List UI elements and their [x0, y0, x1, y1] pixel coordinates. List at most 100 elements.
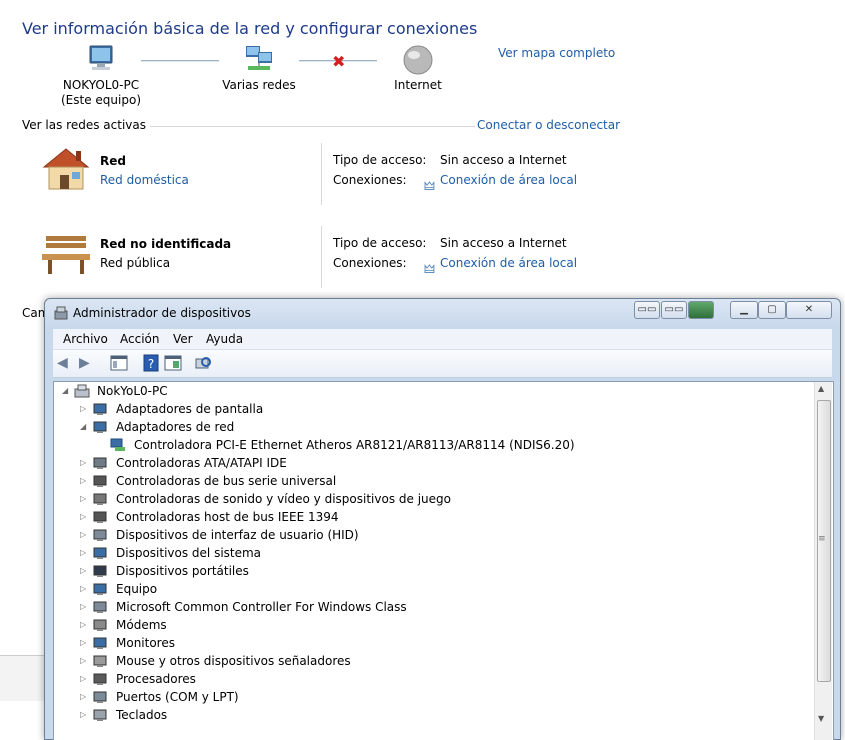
access-type-value: Sin acceso a Internet — [440, 153, 567, 167]
device-category-label: Puertos (COM y LPT) — [116, 690, 239, 704]
network-adapter-icon — [110, 438, 125, 451]
forward-arrow-icon[interactable]: ▶ — [79, 354, 99, 372]
device-tree: ◢ NokYoL0-PC ▷ Adaptadores de pantalla ◢ Ad… — [53, 381, 834, 740]
device-category-label: Teclados — [116, 708, 168, 722]
expand-arrow-icon[interactable]: ▷ — [80, 580, 88, 598]
speaker-icon — [93, 493, 107, 505]
cpu-icon — [93, 673, 107, 685]
maximize-button[interactable]: ▢ — [758, 301, 786, 319]
collapse-arrow-icon[interactable]: ◢ — [62, 382, 70, 400]
disconnected-x-icon: ✖ — [332, 52, 346, 71]
title-bar[interactable]: Administrador de dispositivos ▭▭ ▭▭ ▁ ▢ … — [45, 299, 840, 327]
menu-ayuda[interactable]: Ayuda — [206, 332, 243, 346]
access-type-label: Tipo de acceso: — [333, 153, 427, 167]
expand-arrow-icon[interactable]: ▷ — [80, 526, 88, 544]
device-category-label: Procesadores — [116, 672, 196, 686]
keyboard-layout-icon[interactable]: ▭▭ — [661, 301, 687, 319]
minimize-button[interactable]: ▁ — [730, 301, 758, 319]
portable-icon — [93, 565, 107, 577]
expand-arrow-icon[interactable]: ▷ — [80, 472, 88, 490]
device-category-label: Dispositivos portátiles — [116, 564, 249, 578]
expand-arrow-icon[interactable]: ▷ — [80, 400, 88, 418]
device-category-label: Dispositivos de interfaz de usuario (HID… — [116, 528, 359, 542]
hid-icon — [93, 601, 107, 613]
device-category-label: Módems — [116, 618, 167, 632]
menu-bar: Archivo Acción Ver Ayuda — [53, 329, 832, 350]
connections-label: Conexiones: — [333, 173, 407, 187]
map-node-sub: (Este equipo) — [61, 93, 141, 107]
hid-icon — [93, 529, 107, 541]
device-category-label: Adaptadores de pantalla — [116, 402, 264, 416]
bench-icon — [42, 236, 90, 274]
usb-icon — [93, 511, 107, 523]
device-category-label: Controladoras ATA/ATAPI IDE — [116, 456, 287, 470]
map-node-networks[interactable]: Varias redes — [220, 44, 298, 93]
drive-icon — [93, 457, 107, 469]
expand-arrow-icon[interactable]: ▷ — [80, 706, 88, 724]
network-name: Red no identificada — [100, 237, 232, 251]
back-arrow-icon[interactable]: ◀ — [57, 354, 77, 372]
root-computer-name: NokYoL0-PC — [97, 384, 168, 398]
collapse-arrow-icon[interactable]: ◢ — [80, 418, 88, 436]
map-node-label: Internet — [394, 78, 442, 92]
scan-hardware-icon[interactable] — [193, 354, 213, 372]
port-icon — [93, 691, 107, 703]
expand-arrow-icon[interactable]: ▷ — [80, 670, 88, 688]
map-node-label: NOKYOL0-PC — [62, 78, 140, 92]
mouse-icon — [93, 655, 107, 667]
expand-arrow-icon[interactable]: ▷ — [80, 454, 88, 472]
computer-icon — [74, 384, 90, 398]
map-node-label: Varias redes — [222, 78, 296, 92]
expand-arrow-icon[interactable]: ▷ — [80, 508, 88, 526]
expand-arrow-icon[interactable]: ▷ — [80, 598, 88, 616]
monitor-icon — [93, 637, 107, 649]
device-category-label: Equipo — [116, 582, 158, 596]
map-node-internet[interactable]: Internet — [386, 44, 450, 93]
expand-arrow-icon[interactable]: ▷ — [80, 616, 88, 634]
window-title: Administrador de dispositivos — [73, 306, 251, 320]
scroll-up-arrow-icon[interactable]: ▲ — [818, 384, 824, 393]
multiple-networks-icon — [246, 46, 272, 70]
keyboard-layout-icon[interactable]: ▭▭ — [634, 301, 660, 319]
access-type-value: Sin acceso a Internet — [440, 236, 567, 250]
full-map-link[interactable]: Ver mapa completo — [498, 46, 615, 60]
network-entry: Red no identificada Red pública Tipo de … — [40, 226, 610, 288]
connect-disconnect-link[interactable]: Conectar o desconectar — [477, 118, 620, 132]
svg-text:?: ? — [148, 357, 154, 371]
device-category-label: Mouse y otros dispositivos señaladores — [116, 654, 351, 668]
computer-icon — [93, 583, 107, 595]
menu-ver[interactable]: Ver — [173, 332, 193, 346]
desktop-icon[interactable] — [688, 301, 714, 319]
menu-archivo[interactable]: Archivo — [63, 332, 108, 346]
show-hidden-icon[interactable] — [163, 354, 183, 372]
computer-icon — [93, 547, 107, 559]
map-node-this-pc[interactable]: NOKYOL0-PC (Este equipo) — [58, 44, 144, 108]
connection-link[interactable]: Conexión de área local — [440, 256, 577, 270]
network-type-link[interactable]: Red doméstica — [100, 173, 189, 187]
ethernet-plug-icon: 🜲 — [424, 179, 435, 193]
help-icon[interactable]: ? — [141, 354, 161, 372]
network-icon — [93, 421, 107, 433]
monitor-icon — [93, 403, 107, 415]
close-button[interactable]: ✕ — [786, 301, 832, 319]
vertical-scrollbar[interactable]: ▲ ≡ ▼ — [814, 382, 832, 740]
expand-arrow-icon[interactable]: ▷ — [80, 634, 88, 652]
connection-link[interactable]: Conexión de área local — [440, 173, 577, 187]
device-item-label: Controladora PCI-E Ethernet Atheros AR81… — [134, 438, 575, 452]
background-panel — [0, 655, 44, 701]
network-entry: Red Red doméstica Tipo de acceso: Sin ac… — [40, 143, 610, 205]
expand-arrow-icon[interactable]: ▷ — [80, 544, 88, 562]
expand-arrow-icon[interactable]: ▷ — [80, 562, 88, 580]
grip-icon: ≡ — [818, 534, 826, 544]
expand-arrow-icon[interactable]: ▷ — [80, 688, 88, 706]
connections-label: Conexiones: — [333, 256, 407, 270]
scroll-down-arrow-icon[interactable]: ▼ — [818, 714, 824, 723]
properties-window-icon[interactable] — [109, 354, 129, 372]
device-category-label: Monitores — [116, 636, 175, 650]
menu-accion[interactable]: Acción — [120, 332, 159, 346]
expand-arrow-icon[interactable]: ▷ — [80, 490, 88, 508]
expand-arrow-icon[interactable]: ▷ — [80, 652, 88, 670]
map-connector — [141, 60, 219, 62]
device-category-label: Microsoft Common Controller For Windows … — [116, 600, 407, 614]
home-icon — [42, 148, 90, 190]
